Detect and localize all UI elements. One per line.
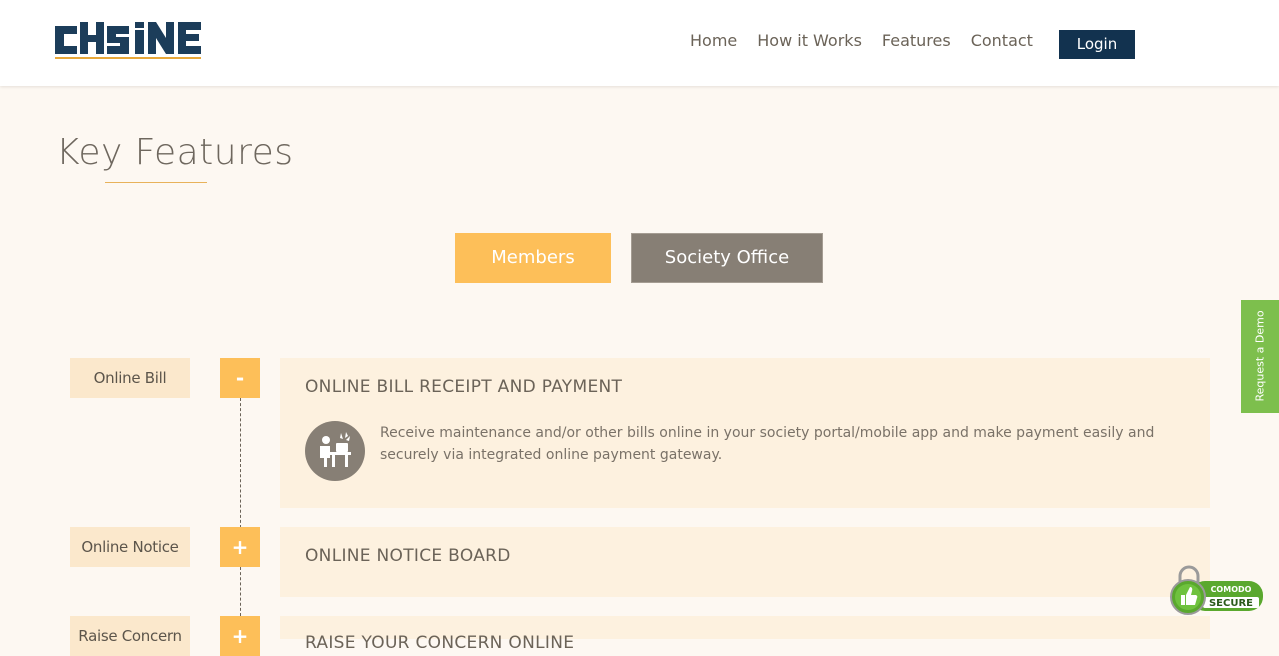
expand-toggle-raise-concern[interactable]: + [220, 616, 260, 656]
timeline-connector [240, 567, 241, 616]
request-demo-label: Request a Demo [1253, 310, 1267, 402]
feature-panel-raise-concern: RAISE YOUR CONCERN ONLINE [280, 616, 1210, 653]
timeline-connector [240, 398, 241, 528]
feature-title: RAISE YOUR CONCERN ONLINE [305, 633, 575, 653]
chsone-logo[interactable] [55, 20, 202, 60]
nav-how-it-works[interactable]: How it Works [757, 30, 862, 52]
feature-panel-online-notice: ONLINE NOTICE BOARD [280, 527, 1210, 597]
feature-title: ONLINE BILL RECEIPT AND PAYMENT [305, 377, 623, 397]
feature-label-online-bill[interactable]: Online Bill [70, 358, 190, 398]
site-header: Home How it Works Features Contact Login [0, 0, 1279, 86]
expand-toggle-online-notice[interactable]: + [220, 527, 260, 567]
feature-description: Receive maintenance and/or other bills o… [380, 425, 1155, 463]
nav-features[interactable]: Features [882, 30, 951, 52]
comodo-secure-badge[interactable]: COMODO SECURE [1169, 563, 1265, 615]
feature-title: ONLINE NOTICE BOARD [305, 546, 511, 566]
page-title: Key Features [56, 132, 294, 173]
person-at-desk-icon [305, 421, 365, 481]
secure-badge-line2: SECURE [1209, 598, 1253, 609]
feature-label-online-notice[interactable]: Online Notice [70, 527, 190, 567]
feature-panel-online-bill: ONLINE BILL RECEIPT AND PAYMENT Receive … [280, 358, 1210, 508]
logo-mark [55, 22, 201, 59]
secure-badge-line1: COMODO [1211, 585, 1252, 594]
collapse-toggle-online-bill[interactable]: - [220, 358, 260, 398]
nav-contact[interactable]: Contact [971, 30, 1033, 52]
feature-label-raise-concern[interactable]: Raise Concern [70, 616, 190, 656]
login-button[interactable]: Login [1059, 30, 1135, 59]
title-underline [105, 182, 207, 183]
main-nav: Home How it Works Features Contact [690, 30, 1053, 52]
tab-society-office[interactable]: Society Office [631, 233, 823, 283]
tab-members[interactable]: Members [455, 233, 611, 283]
request-demo-tab[interactable]: Request a Demo [1241, 300, 1279, 413]
nav-home[interactable]: Home [690, 30, 737, 52]
